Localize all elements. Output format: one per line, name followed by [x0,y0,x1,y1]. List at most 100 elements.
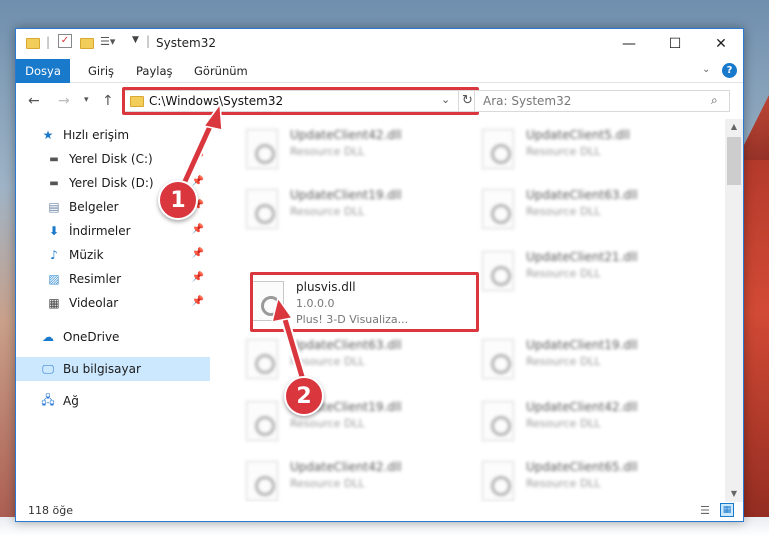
back-arrow-icon[interactable]: ← [28,93,40,109]
file-description: Resource DLL [526,145,601,158]
details-view-icon[interactable]: ☰ [700,504,710,517]
nav-label: Ağ [63,394,79,408]
properties-icon[interactable]: ✓ [58,34,72,48]
star-icon: ★ [42,128,54,142]
list-item[interactable]: UpdateClient21.dll Resource DLL [474,245,704,301]
dll-file-icon [246,189,278,229]
file-description: Resource DLL [526,267,601,280]
pin-icon[interactable]: 📌 [192,152,204,163]
nav-label: Belgeler [69,200,119,214]
tab-file[interactable]: Dosya [16,59,70,83]
nav-item-downloads[interactable]: ⬇ İndirmeler 📌 [16,219,210,243]
dll-file-icon [246,339,278,379]
tab-view[interactable]: Görünüm [184,59,258,83]
file-name: UpdateClient42.dll [290,128,402,142]
list-item[interactable]: UpdateClient63.dll Resource DLL [474,183,704,239]
nav-item-videos[interactable]: ▦ Videolar 📌 [16,291,210,315]
close-button[interactable]: ✕ [698,29,744,59]
dll-file-icon [482,401,514,441]
file-name: UpdateClient63.dll [290,338,402,352]
pin-icon[interactable]: 📌 [192,296,204,307]
pin-icon[interactable]: 📌 [192,272,204,283]
file-name: UpdateClient42.dll [290,460,402,474]
file-name: UpdateClient63.dll [526,188,638,202]
ribbon-tabs: Dosya Giriş Paylaş Görünüm ⌄ ? [16,59,743,83]
nav-label: Hızlı erişim [63,128,130,142]
file-name: UpdateClient42.dll [526,400,638,414]
minimize-button[interactable]: — [606,29,652,59]
separator-icon: | [146,34,151,48]
dll-file-icon [482,339,514,379]
window-title: System32 [156,36,217,50]
file-name: UpdateClient19.dll [290,188,402,202]
dll-file-icon [482,251,514,291]
list-item[interactable]: UpdateClient42.dll Resource DLL [238,123,468,179]
up-arrow-icon[interactable]: ↑ [102,93,114,109]
expand-ribbon-icon[interactable]: ⌄ [702,64,710,75]
nav-item-disk-c[interactable]: ▬ Yerel Disk (C:) 📌 [16,147,210,171]
nav-this-pc[interactable]: 🖵 Bu bilgisayar [16,357,210,381]
pictures-icon: ▨ [48,272,60,286]
tiles-view-icon[interactable]: ▦ [720,503,734,517]
file-name: UpdateClient19.dll [526,338,638,352]
recent-locations-icon[interactable]: ▾ [84,95,89,105]
nav-label: Müzik [69,248,104,262]
maximize-button[interactable]: ☐ [652,29,698,59]
dll-file-icon [246,401,278,441]
folder-icon [26,38,40,49]
pin-icon[interactable]: 📌 [192,176,204,187]
nav-network[interactable]: 🖧 Ağ [16,389,210,413]
file-description: Resource DLL [290,417,365,430]
videos-icon: ▦ [48,296,60,310]
search-icon[interactable]: ⌕ [711,93,718,108]
network-icon: 🖧 [41,392,55,407]
scroll-up-icon[interactable]: ▲ [725,119,743,135]
nav-onedrive[interactable]: ☁ OneDrive [16,325,210,349]
file-highlight [250,272,479,332]
file-explorer-window: | ✓ ☰▾ ▼ | System32 — ☐ ✕ Dosya Giriş Pa… [15,28,744,522]
pin-icon[interactable]: 📌 [192,248,204,259]
nav-item-music[interactable]: ♪ Müzik 📌 [16,243,210,267]
search-placeholder: Ara: System32 [483,94,572,108]
address-row: ← → ▾ ↑ C:\Windows\System32 ⌄ ↻ Ara: Sys… [16,84,743,118]
scroll-thumb[interactable] [727,137,741,185]
customize-toolbar-icon[interactable]: ☰▾ [100,35,115,51]
cloud-icon: ☁ [42,330,54,344]
file-description: Resource DLL [290,145,365,158]
nav-label: Videolar [69,296,119,310]
item-count: 118 öğe [28,504,73,517]
music-icon: ♪ [50,248,58,262]
file-description: Resource DLL [526,417,601,430]
list-item[interactable]: UpdateClient19.dll Resource DLL [238,395,468,451]
list-item[interactable]: UpdateClient42.dll Resource DLL [238,455,468,502]
list-item[interactable]: UpdateClient19.dll Resource DLL [474,333,704,389]
scroll-down-icon[interactable]: ▼ [725,486,743,502]
dll-file-icon [246,129,278,169]
list-item[interactable]: UpdateClient63.dll Resource DLL [238,333,468,389]
forward-arrow-icon[interactable]: → [58,93,70,109]
file-description: Resource DLL [290,477,365,490]
separator-icon: | [46,35,51,49]
file-name: UpdateClient5.dll [526,128,630,142]
pin-icon[interactable]: 📌 [192,224,204,235]
drive-icon: ▬ [49,153,59,165]
search-input[interactable]: Ara: System32 ⌕ [474,90,730,112]
nav-quick-access[interactable]: ★ Hızlı erişim [16,123,210,147]
dll-file-icon [482,461,514,501]
title-bar: | ✓ ☰▾ ▼ | System32 — ☐ ✕ [16,29,743,59]
tab-share[interactable]: Paylaş [126,59,183,83]
new-folder-icon[interactable] [80,38,94,49]
nav-label: Yerel Disk (C:) [69,152,153,166]
nav-item-pictures[interactable]: ▨ Resimler 📌 [16,267,210,291]
status-bar: 118 öğe ☰ ▦ [16,502,743,521]
list-item[interactable]: UpdateClient19.dll Resource DLL [238,183,468,239]
chevron-down-icon[interactable]: ▼ [132,35,139,51]
file-name: UpdateClient21.dll [526,250,638,264]
file-description: Resource DLL [290,205,365,218]
vertical-scrollbar[interactable]: ▲ ▼ [725,119,743,502]
help-icon[interactable]: ? [722,63,737,78]
tab-home[interactable]: Giriş [78,59,124,83]
list-item[interactable]: UpdateClient65.dll Resource DLL [474,455,704,502]
list-item[interactable]: UpdateClient42.dll Resource DLL [474,395,704,451]
list-item[interactable]: UpdateClient5.dll Resource DLL [474,123,704,179]
